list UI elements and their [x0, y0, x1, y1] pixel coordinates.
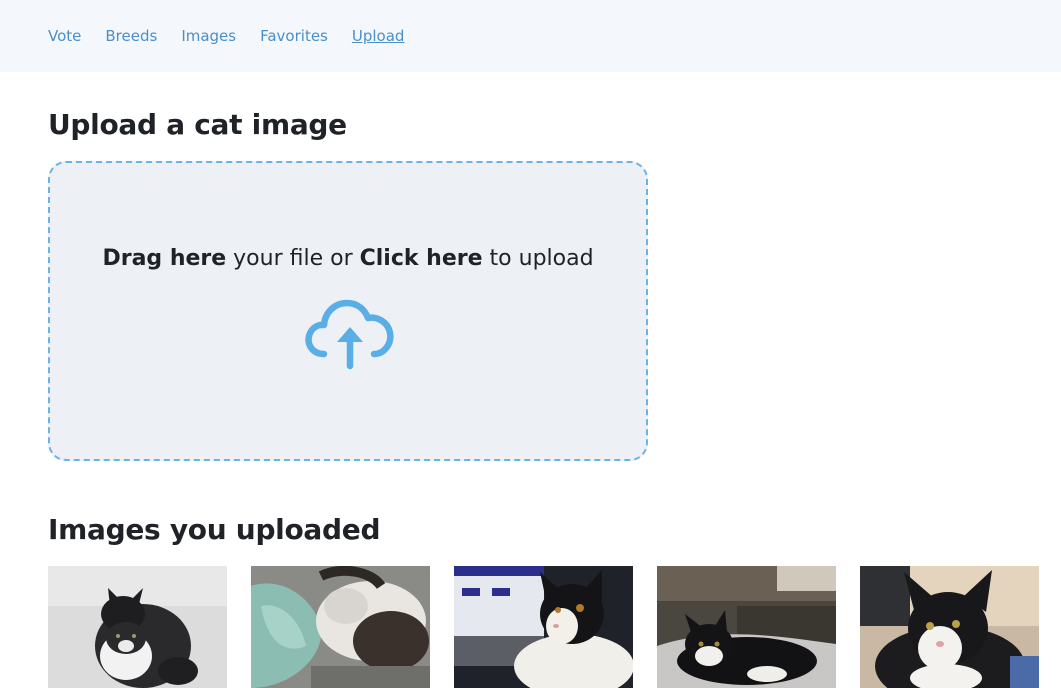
- nav-link-favorites[interactable]: Favorites: [260, 27, 328, 45]
- nav-link-upload[interactable]: Upload: [352, 27, 405, 45]
- cat-photo: [48, 566, 227, 688]
- cat-photo: [657, 566, 836, 688]
- uploaded-image[interactable]: [657, 566, 836, 688]
- upload-dropzone[interactable]: Drag here your file or Click here to upl…: [48, 161, 648, 461]
- nav-link-images[interactable]: Images: [181, 27, 236, 45]
- uploaded-images-title: Images you uploaded: [48, 513, 381, 546]
- cat-photo: [454, 566, 633, 688]
- drag-here-text: Drag here: [102, 246, 227, 271]
- cat-photo: [860, 566, 1039, 688]
- nav-link-vote[interactable]: Vote: [48, 27, 81, 45]
- click-here-text[interactable]: Click here: [360, 246, 483, 271]
- top-nav: Vote Breeds Images Favorites Upload: [0, 0, 1061, 72]
- uploaded-gallery: [48, 566, 1039, 688]
- dropzone-prompt: Drag here your file or Click here to upl…: [50, 246, 646, 271]
- prompt-end-text: to upload: [482, 246, 594, 271]
- cloud-upload-icon: [305, 299, 394, 370]
- nav-link-breeds[interactable]: Breeds: [105, 27, 157, 45]
- uploaded-image[interactable]: [48, 566, 227, 688]
- prompt-middle-text: your file or: [226, 246, 360, 271]
- uploaded-image[interactable]: [860, 566, 1039, 688]
- page-title: Upload a cat image: [48, 108, 347, 141]
- cat-photo: [251, 566, 430, 688]
- uploaded-image[interactable]: [251, 566, 430, 688]
- uploaded-image[interactable]: [454, 566, 633, 688]
